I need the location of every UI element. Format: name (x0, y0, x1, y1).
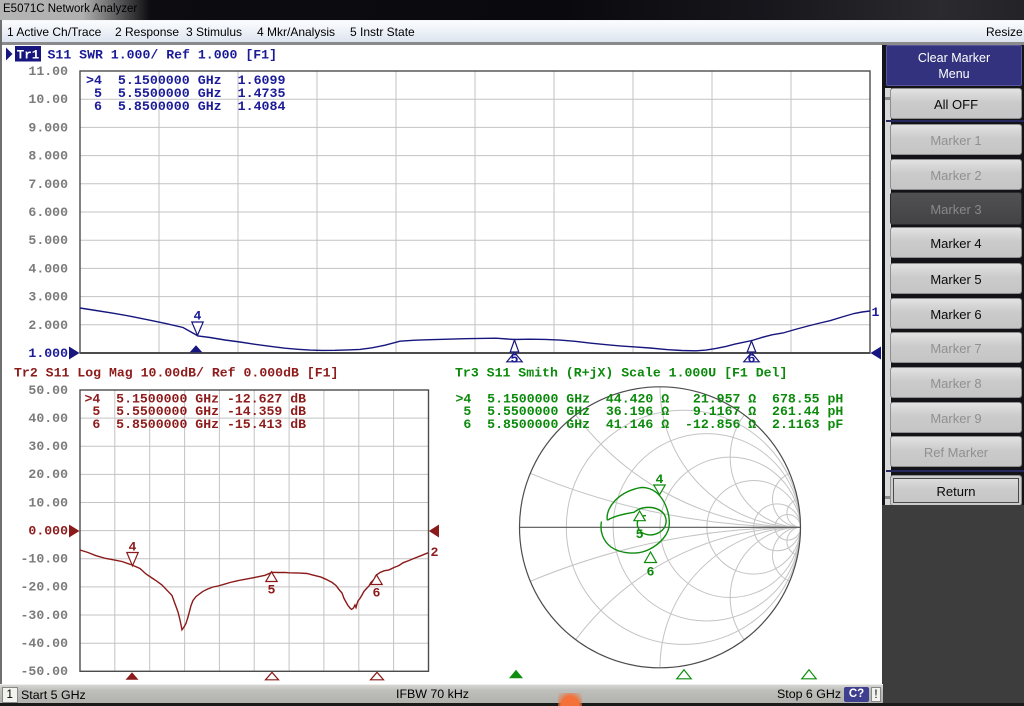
svg-text:10.00: 10.00 (28, 92, 68, 107)
svg-text:5: 5 (636, 527, 644, 542)
svg-text:0.000: 0.000 (28, 523, 68, 538)
svg-text:5.000: 5.000 (28, 233, 68, 248)
svg-text:Tr1: Tr1 (17, 48, 40, 62)
svg-text:S11 SWR 1.000/ Ref 1.000 [F1]: S11 SWR 1.000/ Ref 1.000 [F1] (48, 48, 278, 63)
svg-text:6 5.8500000 GHz 41.146 Ω -1: 6 5.8500000 GHz 41.146 Ω -12.856 Ω 2.116… (456, 417, 844, 432)
svg-text:5: 5 (268, 583, 276, 598)
svg-text:30.00: 30.00 (28, 439, 68, 454)
svg-text:1.000: 1.000 (28, 346, 68, 361)
svg-text:Tr3 S11 Smith (R+jX) Scale 1.0: Tr3 S11 Smith (R+jX) Scale 1.000U [F1 De… (455, 365, 787, 380)
svg-text:4.000: 4.000 (28, 261, 68, 276)
svg-text:6: 6 (647, 565, 655, 580)
svg-text:6 5.8500000 GHz -15.413 dB: 6 5.8500000 GHz -15.413 dB (85, 417, 307, 432)
svg-text:3.000: 3.000 (28, 290, 68, 305)
svg-text:6: 6 (748, 352, 756, 367)
svg-text:Tr2 S11 Log Mag 10.00dB/ Ref 0: Tr2 S11 Log Mag 10.00dB/ Ref 0.000dB [F1… (14, 365, 338, 380)
svg-text:-40.00: -40.00 (21, 636, 69, 651)
svg-text:5: 5 (511, 352, 519, 367)
svg-text:8.000: 8.000 (28, 149, 68, 164)
svg-text:11.00: 11.00 (28, 64, 68, 79)
svg-text:1: 1 (872, 305, 880, 320)
svg-text:2: 2 (431, 545, 439, 560)
svg-text:40.00: 40.00 (28, 411, 68, 426)
svg-text:6.000: 6.000 (28, 205, 68, 220)
svg-text:6 5.8500000 GHz 1.4084: 6 5.8500000 GHz 1.4084 (86, 99, 286, 114)
svg-text:4: 4 (194, 309, 202, 324)
svg-text:2.000: 2.000 (28, 318, 68, 333)
svg-text:20.00: 20.00 (28, 467, 68, 482)
svg-text:-20.00: -20.00 (21, 580, 69, 595)
svg-text:10.00: 10.00 (28, 495, 68, 510)
svg-text:6: 6 (373, 586, 381, 601)
svg-text:9.000: 9.000 (28, 120, 68, 135)
svg-text:-10.00: -10.00 (21, 552, 69, 567)
svg-text:7.000: 7.000 (28, 177, 68, 192)
svg-text:50.00: 50.00 (28, 383, 68, 398)
svg-text:-50.00: -50.00 (21, 664, 69, 679)
svg-text:-30.00: -30.00 (21, 608, 69, 623)
